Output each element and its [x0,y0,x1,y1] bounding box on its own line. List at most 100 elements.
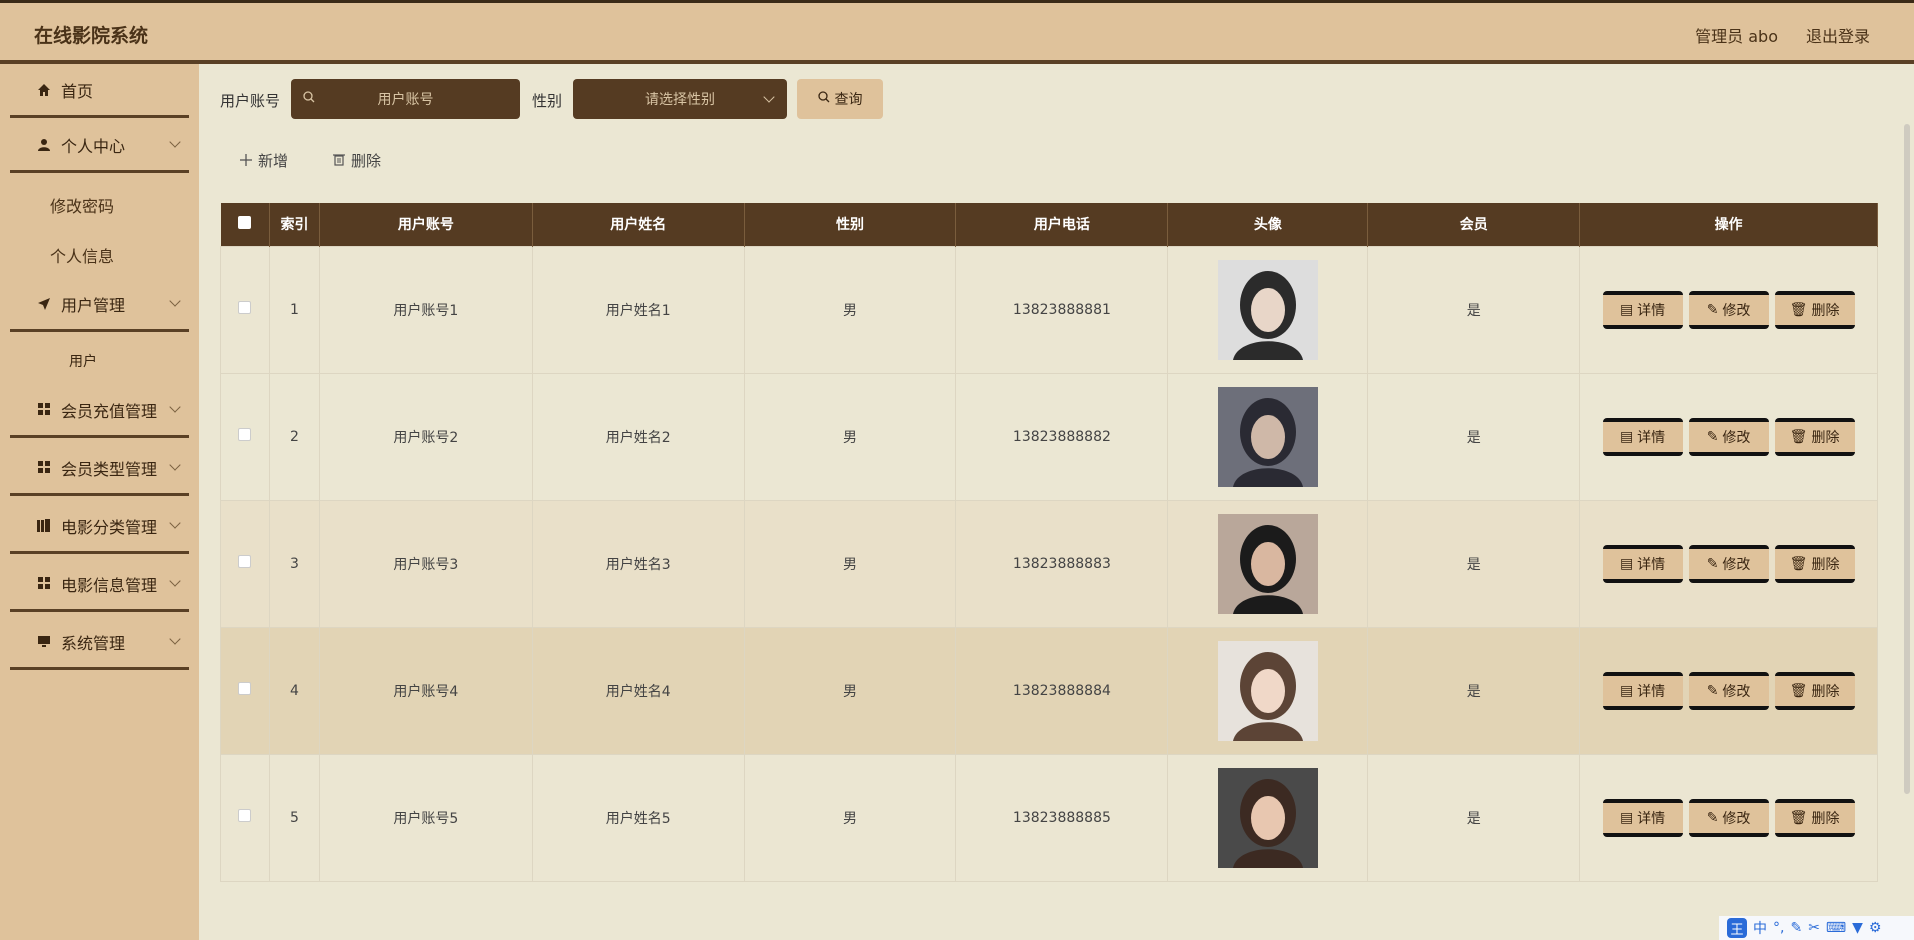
cell-index: 4 [268,626,320,755]
query-button[interactable]: 查询 [797,79,883,119]
settings-icon[interactable]: ⚙ [1869,920,1882,936]
sidebar-item-movie-category[interactable]: 电影分类管理 [10,500,189,554]
add-button[interactable]: 新增 [240,150,288,171]
edit-button[interactable]: ✎ 修改 [1688,290,1769,329]
edit-button-label: 修改 [1722,810,1751,827]
avatar[interactable] [1217,259,1318,360]
cell-index: 3 [268,499,320,628]
row-checkbox[interactable] [238,809,252,822]
sidebar-item-member-type[interactable]: 会员类型管理 [10,442,189,496]
cell-gender: 男 [743,626,957,755]
detail-button[interactable]: ▤ 详情 [1602,544,1683,583]
row-select-cell [220,372,270,501]
sidebar-item-user-management[interactable]: 用户管理 [10,278,189,332]
plus-icon [240,152,252,170]
keyboard-icon[interactable]: ⌨ [1826,920,1846,936]
gender-select[interactable]: 请选择性别 [573,79,787,119]
select-all-checkbox[interactable] [238,215,252,229]
app-title: 在线影院系统 [34,25,149,47]
edit-button-label: 修改 [1722,302,1751,319]
scrollbar[interactable] [1902,124,1912,794]
account-search-input[interactable]: 用户账号 [291,79,520,119]
punctuation-icon[interactable]: °, [1773,920,1784,936]
cell-account: 用户账号4 [318,626,533,755]
chevron-down-icon [763,91,775,103]
cell-index: 1 [268,245,320,374]
sidebar-item-personal-info[interactable]: 个人信息 [50,243,114,267]
cell-member: 是 [1367,245,1581,374]
delete-button[interactable]: 🗑 删除 [1774,671,1855,710]
delete-button[interactable]: 🗑 删除 [1774,544,1855,583]
chevron-down-icon [169,136,181,148]
detail-button-label: 详情 [1637,810,1666,827]
account-search-placeholder: 用户账号 [377,92,434,108]
top-bar: 在线影院系统 管理员 abo 退出登录 [0,0,1914,64]
edit-button[interactable]: ✎ 修改 [1688,671,1769,710]
avatar[interactable] [1217,513,1318,614]
gender-select-placeholder: 请选择性别 [645,92,715,108]
logout-link[interactable]: 退出登录 [1806,23,1870,47]
sidebar-item-home[interactable]: 首页 [10,64,189,118]
delete-button-label: 删除 [1811,302,1840,319]
row-checkbox[interactable] [238,428,252,441]
edit-icon: ✎ [1706,809,1719,826]
table-header-row: 索引 用户账号 用户姓名 性别 用户电话 头像 会员 操作 [220,203,1878,246]
row-checkbox[interactable] [238,555,252,568]
chevron-down-icon [169,633,181,645]
shirt-icon[interactable]: ▼ [1852,920,1863,936]
cell-actions: ▤ 详情 ✎ 修改 🗑 删除 [1579,245,1878,374]
cell-account: 用户账号2 [318,372,533,501]
cell-account: 用户账号3 [318,499,533,628]
grid-icon [35,577,53,590]
edit-button[interactable]: ✎ 修改 [1688,798,1769,837]
sidebar-item-user[interactable]: 用户 [69,351,97,371]
cell-account: 用户账号1 [318,245,533,374]
avatar[interactable] [1217,640,1318,741]
cell-member: 是 [1367,499,1581,628]
sidebar-item-change-password[interactable]: 修改密码 [50,193,114,217]
sidebar-item-personal-center[interactable]: 个人中心 [10,119,189,173]
delete-button-label: 删除 [1811,683,1840,700]
sidebar-item-movie-info[interactable]: 电影信息管理 [10,558,189,612]
sidebar-item-member-recharge[interactable]: 会员充值管理 [10,384,189,438]
ime-mode[interactable]: 中 [1753,918,1767,938]
delete-button[interactable]: 🗑 删除 [1774,290,1855,329]
delete-button[interactable]: 🗑 删除 [1774,417,1855,456]
row-checkbox[interactable] [238,682,252,695]
detail-button-label: 详情 [1637,556,1666,573]
edit-button[interactable]: ✎ 修改 [1688,417,1769,456]
trash-icon: 🗑 [1789,301,1808,318]
sidebar-item-system[interactable]: 系统管理 [10,616,189,670]
cell-gender: 男 [743,372,957,501]
cell-member: 是 [1367,626,1581,755]
home-icon [35,83,53,97]
detail-button[interactable]: ▤ 详情 [1602,671,1683,710]
detail-button[interactable]: ▤ 详情 [1602,290,1683,329]
avatar[interactable] [1217,767,1318,868]
row-checkbox[interactable] [238,301,252,314]
chevron-down-icon [169,517,181,529]
search-icon [817,91,830,107]
chevron-down-icon [169,401,181,413]
sidebar-item-label: 会员充值管理 [61,401,158,421]
document-icon: ▤ [1619,428,1634,445]
avatar[interactable] [1217,386,1318,487]
batch-delete-button[interactable]: 删除 [333,150,381,171]
scissors-icon[interactable]: ✂ [1808,920,1820,936]
pen-icon[interactable]: ✎ [1790,920,1802,936]
cell-member: 是 [1367,753,1581,882]
edit-button[interactable]: ✎ 修改 [1688,544,1769,583]
detail-button-label: 详情 [1637,302,1666,319]
trash-icon: 🗑 [1789,682,1808,699]
ime-logo: 王 [1727,918,1747,938]
delete-button[interactable]: 🗑 删除 [1774,798,1855,837]
column-header: 头像 [1167,203,1369,246]
detail-button[interactable]: ▤ 详情 [1602,798,1683,837]
sidebar-item-label: 电影分类管理 [61,517,158,537]
chevron-down-icon [169,295,181,307]
cell-phone: 13823888881 [955,245,1169,374]
cell-name: 用户姓名3 [531,499,745,628]
ime-toolbar[interactable]: 王 中 °, ✎ ✂ ⌨ ▼ ⚙ [1719,916,1914,940]
detail-button[interactable]: ▤ 详情 [1602,417,1683,456]
trash-icon [333,152,345,170]
